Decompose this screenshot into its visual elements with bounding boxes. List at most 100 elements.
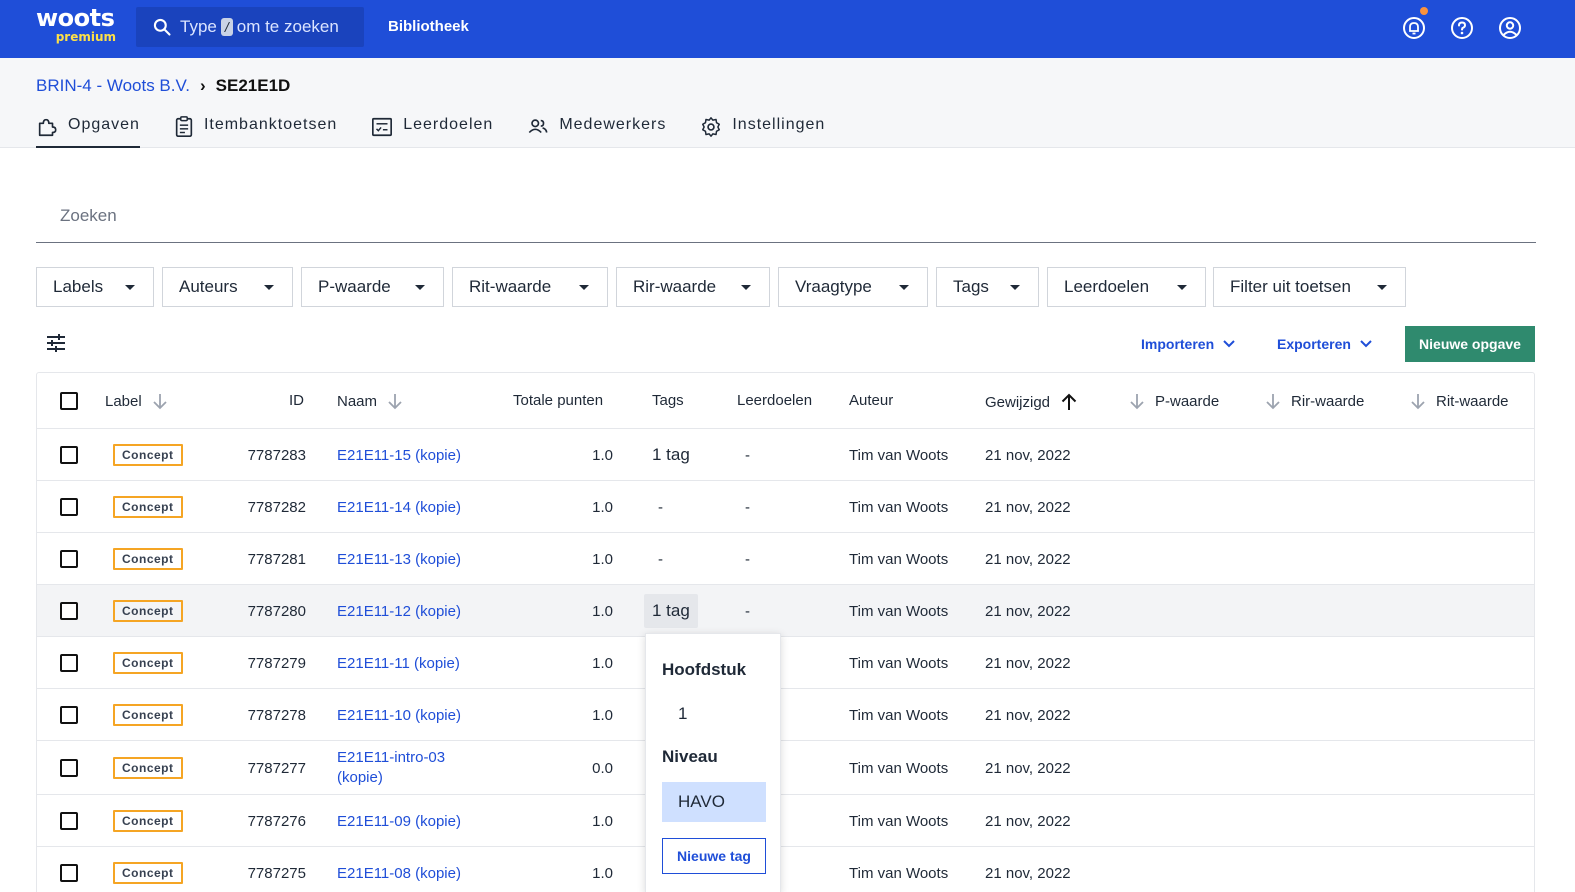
arrow-down-icon xyxy=(388,394,402,410)
tag-group-value[interactable]: 1 xyxy=(678,704,687,724)
row-checkbox[interactable] xyxy=(60,706,78,724)
table-row[interactable]: Concept 7787276 E21E11-09 (kopie) 1.0 Tim va… xyxy=(37,795,1534,847)
breadcrumb-parent-link[interactable]: BRIN-4 - Woots B.V. xyxy=(36,76,190,96)
export-label: Exporteren xyxy=(1277,336,1351,352)
status-badge: Concept xyxy=(113,652,183,674)
row-checkbox[interactable] xyxy=(60,550,78,568)
filter-uit-toetsen[interactable]: Filter uit toetsen xyxy=(1213,267,1406,307)
row-checkbox[interactable] xyxy=(60,812,78,830)
arrow-down-icon xyxy=(1266,394,1280,410)
col-rir-value[interactable]: Rir-waarde xyxy=(1265,392,1364,410)
help-button[interactable] xyxy=(1449,15,1475,41)
filter-rir-waarde[interactable]: Rir-waarde xyxy=(616,267,770,307)
filter-labels[interactable]: Labels xyxy=(36,267,154,307)
table-row[interactable]: Concept 7787277 E21E11-intro-03 (kopie) 0.0 T… xyxy=(37,741,1534,795)
col-rit-value[interactable]: Rit-waarde xyxy=(1410,392,1509,410)
col-tags-text: Tags xyxy=(652,392,684,409)
new-tag-button[interactable]: Nieuwe tag xyxy=(662,838,766,874)
points-cell: 0.0 xyxy=(513,741,613,795)
row-checkbox[interactable] xyxy=(60,654,78,672)
filter-rit-waarde[interactable]: Rit-waarde xyxy=(452,267,608,307)
column-settings-button[interactable] xyxy=(44,331,68,355)
table-row[interactable]: Concept 7787275 E21E11-08 (kopie) 1.0 Tim va… xyxy=(37,847,1534,892)
filter-vraagtype[interactable]: Vraagtype xyxy=(778,267,928,307)
user-circle-icon xyxy=(1499,17,1521,39)
table-row[interactable]: Concept 7787282 E21E11-14 (kopie) 1.0 - - Tim … xyxy=(37,481,1534,533)
question-name-link[interactable]: E21E11-intro-03 (kopie) xyxy=(337,748,445,788)
tag-chip-selected[interactable]: HAVO xyxy=(662,782,766,822)
select-all-checkbox[interactable] xyxy=(60,392,78,410)
goals-value: - xyxy=(745,550,750,568)
tag-popover: Hoofdstuk 1 Niveau HAVO Nieuwe tag xyxy=(645,633,781,892)
question-name-link[interactable]: E21E11-10 (kopie) xyxy=(337,707,461,724)
col-id[interactable]: ID xyxy=(289,392,304,409)
search-input[interactable] xyxy=(36,190,1536,242)
tab-itembanktoetsen-label: Itembanktoetsen xyxy=(203,116,338,133)
filter-tags[interactable]: Tags xyxy=(936,267,1039,307)
tab-instellingen[interactable]: Instellingen xyxy=(700,114,825,148)
table-row[interactable]: Concept 7787280 E21E11-12 (kopie) 1.0 1 tag -… xyxy=(37,585,1534,637)
woots-logo[interactable]: woots premium xyxy=(36,6,116,46)
modified-cell: 21 nov, 2022 xyxy=(985,847,1071,892)
row-checkbox-cell xyxy=(60,741,78,795)
col-label[interactable]: Label xyxy=(105,392,168,410)
col-tags[interactable]: Tags xyxy=(652,392,684,409)
filter-p-waarde[interactable]: P-waarde xyxy=(301,267,444,307)
table-row[interactable]: Concept 7787279 E21E11-11 (kopie) 1.0 Tim va… xyxy=(37,637,1534,689)
account-button[interactable] xyxy=(1497,15,1523,41)
row-checkbox[interactable] xyxy=(60,446,78,464)
filter-leerdoelen-text: Leerdoelen xyxy=(1064,277,1150,296)
caret-down-icon xyxy=(415,285,425,290)
tags-cell: 1 tag xyxy=(644,429,698,481)
import-dropdown[interactable]: Importeren xyxy=(1141,336,1236,352)
total-points: 0.0 xyxy=(592,759,613,777)
col-name[interactable]: Naam xyxy=(337,392,403,410)
tags-value[interactable]: 1 tag xyxy=(644,594,698,628)
col-goals[interactable]: Leerdoelen xyxy=(737,392,812,409)
tags-value[interactable]: 1 tag xyxy=(644,438,698,472)
filter-leerdoelen[interactable]: Leerdoelen xyxy=(1047,267,1206,307)
library-link[interactable]: Bibliotheek xyxy=(388,18,469,35)
checkbox[interactable] xyxy=(60,392,78,410)
row-checkbox[interactable] xyxy=(60,602,78,620)
col-points[interactable]: Totale punten xyxy=(513,392,603,409)
tab-itembanktoetsen[interactable]: Itembanktoetsen xyxy=(174,114,337,148)
row-checkbox[interactable] xyxy=(60,498,78,516)
question-name-link[interactable]: E21E11-09 (kopie) xyxy=(337,813,461,830)
question-name-link[interactable]: E21E11-08 (kopie) xyxy=(337,865,461,882)
tab-medewerkers[interactable]: Medewerkers xyxy=(527,114,666,148)
top-navigation-bar: woots premium Type / om te zoeken Biblio… xyxy=(0,0,1575,58)
question-name-link[interactable]: E21E11-13 (kopie) xyxy=(337,551,461,568)
row-checkbox[interactable] xyxy=(60,864,78,882)
row-checkbox[interactable] xyxy=(60,759,78,777)
question-name-link[interactable]: E21E11-12 (kopie) xyxy=(337,603,461,620)
col-author[interactable]: Auteur xyxy=(849,392,893,409)
table-row[interactable]: Concept 7787281 E21E11-13 (kopie) 1.0 - - Tim … xyxy=(37,533,1534,585)
new-question-button[interactable]: Nieuwe opgave xyxy=(1405,326,1535,362)
tab-leerdoelen[interactable]: Leerdoelen xyxy=(371,114,493,148)
row-checkbox-cell xyxy=(60,481,78,533)
table-row[interactable]: Concept 7787283 E21E11-15 (kopie) 1.0 1 tag -… xyxy=(37,429,1534,481)
bell-icon xyxy=(1403,17,1425,39)
question-name-link[interactable]: E21E11-15 (kopie) xyxy=(337,447,461,464)
tab-opgaven[interactable]: Opgaven xyxy=(36,114,140,148)
name-cell: E21E11-14 (kopie) xyxy=(337,481,461,533)
goals-value: - xyxy=(745,498,750,516)
table-row[interactable]: Concept 7787278 E21E11-10 (kopie) 1.0 Tim va… xyxy=(37,689,1534,741)
arrow-down-icon xyxy=(1130,394,1144,410)
col-p-value[interactable]: P-waarde xyxy=(1129,392,1219,410)
points-cell: 1.0 xyxy=(513,637,613,689)
tag-group-title: Hoofdstuk xyxy=(662,660,747,679)
export-dropdown[interactable]: Exporteren xyxy=(1277,336,1373,352)
question-name-link[interactable]: E21E11-14 (kopie) xyxy=(337,499,461,516)
filter-auteurs[interactable]: Auteurs xyxy=(162,267,293,307)
question-id: 7787282 xyxy=(247,498,306,516)
author-name: Tim van Woots xyxy=(849,759,949,777)
notifications-button[interactable] xyxy=(1401,7,1428,41)
col-modified[interactable]: Gewijzigd xyxy=(985,392,1078,412)
caret-down-icon xyxy=(264,285,274,290)
tab-leerdoelen-label: Leerdoelen xyxy=(403,116,494,133)
question-name-link[interactable]: E21E11-11 (kopie) xyxy=(337,655,460,672)
id-cell: 7787276 xyxy=(197,795,306,847)
global-search-button[interactable]: Type / om te zoeken xyxy=(136,7,364,47)
